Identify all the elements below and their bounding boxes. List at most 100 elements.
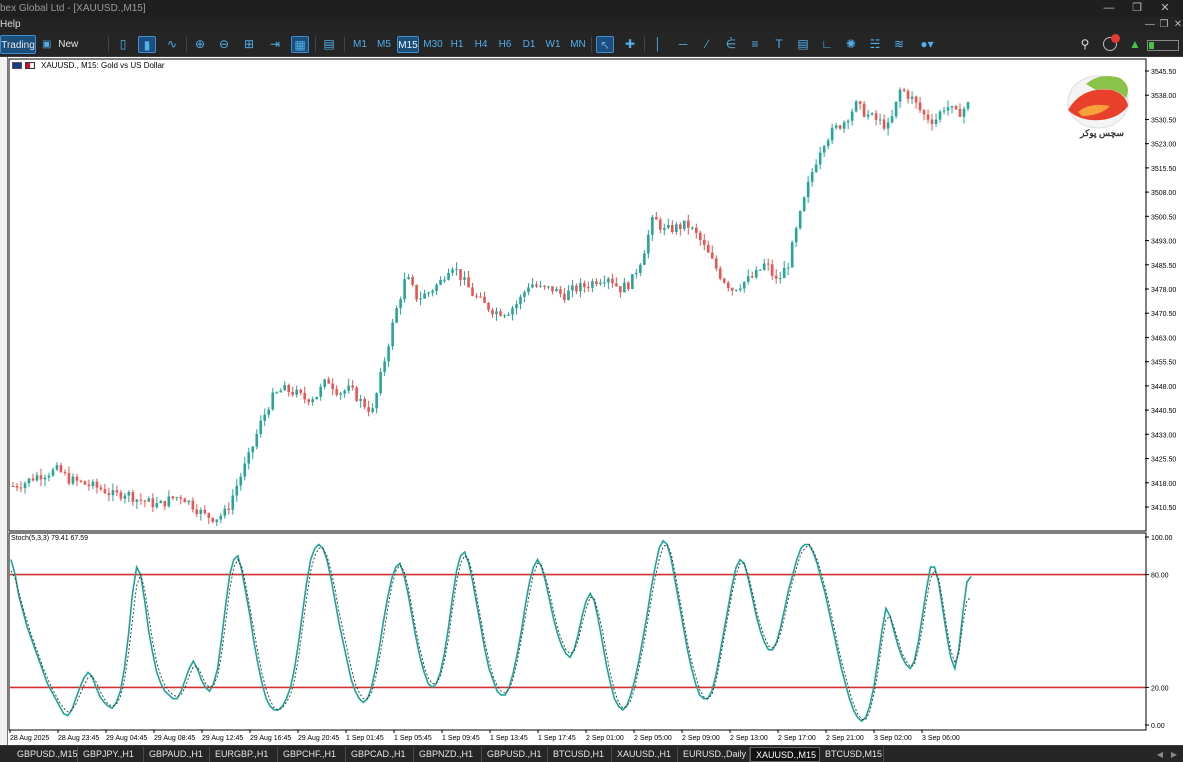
fan-tool-icon[interactable]: ∟ [818,36,836,53]
close-icon[interactable]: ✕ [1151,0,1179,17]
child-close-icon[interactable]: ✕ [1171,17,1183,32]
new-order-button[interactable]: ▣ New Order [40,35,104,69]
timeframe-d1[interactable]: D1 [519,36,539,53]
horizontal-line-icon[interactable]: ─ [674,36,692,53]
time-tick-label: 29 Aug 08:45 [154,735,195,742]
crosshair-icon[interactable]: ✚ [621,36,639,53]
price-tick-label: 3463.00 [1151,335,1176,342]
candle-body [363,398,366,408]
menu-help[interactable]: Help [0,17,21,32]
chart-tab[interactable]: GBPAUD.,H1 [144,747,210,762]
candle-body [631,274,634,290]
candle-body [663,227,666,230]
child-restore-icon[interactable]: ❐ [1157,17,1171,32]
candle-body [331,383,334,390]
chart-tab[interactable]: GBPNZD.,H1 [414,747,482,762]
auto-scroll-icon[interactable]: ⇥ [266,36,284,53]
vertical-line-icon[interactable]: │ [649,36,667,53]
candle-body [303,392,306,400]
candle-body [683,220,686,229]
text-tool-icon[interactable]: T [770,36,788,53]
screenshot-icon[interactable]: ▤ [320,36,338,53]
one-click-trading-icon[interactable] [25,62,35,69]
timeframe-h4[interactable]: H4 [471,36,491,53]
stoch-tick-label: 20.00 [1151,685,1169,692]
bar-chart-icon[interactable]: ▯ [114,36,132,53]
candle-body [83,481,87,485]
chart-tab[interactable]: GBPCAD.,H1 [346,747,414,762]
gann-fan-icon[interactable]: ✺ [842,36,860,53]
chart-tab[interactable]: BTCUSD,H1 [548,747,612,762]
chart-tab[interactable]: XAUUSD.,M15 [750,747,820,762]
indicators-icon[interactable]: ☵ [866,36,884,53]
timeframe-m30[interactable]: M30 [421,36,445,53]
candle-body [15,486,19,488]
candle-body [814,164,818,173]
chart-tab[interactable]: BTCUSD,M15 [820,747,884,762]
chart-tab[interactable]: XAUUSD.,H1 [612,747,678,762]
equidistant-channel-icon[interactable]: ⋵ [722,36,740,53]
candle-body [247,452,251,464]
trendline-icon[interactable]: ∕ [698,36,716,53]
candle-body [255,433,259,447]
candle-body [599,282,602,285]
time-tick-label: 28 Aug 2025 [10,735,49,742]
price-tick-label: 3508.00 [1151,190,1176,197]
candle-body [778,278,782,280]
candle-body [63,471,67,474]
price-tick-label: 3410.50 [1151,505,1176,512]
child-minimize-icon[interactable]: — [1143,17,1157,32]
candle-body [738,288,742,290]
timeframe-mn[interactable]: MN [567,36,589,53]
shapes-menu-icon[interactable]: ●▾ [914,36,940,53]
cursor-icon[interactable]: ↖ [596,36,614,53]
tab-scroll-left-icon[interactable]: ◀ [1155,749,1165,760]
price-tick-label: 3425.50 [1151,457,1176,464]
chart-window[interactable]: 3545.50 3538.00 3530.50 3523.00 3515.50 3508.… [0,57,1183,745]
zoom-out-icon[interactable]: ⊖ [215,36,233,53]
search-icon[interactable]: ⚲ [1076,36,1094,53]
candle-body [790,242,794,268]
candle-body [499,311,502,316]
timeframe-m15[interactable]: M15 [397,36,419,53]
tile-windows-icon[interactable]: ⊞ [240,36,258,53]
chart-tab[interactable]: EURGBP.,H1 [210,747,278,762]
candle-body [734,289,738,291]
chart-tab[interactable]: GBPJPY.,H1 [78,747,144,762]
timeframe-w1[interactable]: W1 [543,36,563,53]
candle-body [431,290,434,293]
chart-canvas[interactable]: 3545.50 3538.00 3530.50 3523.00 3515.50 3508.… [1,57,1183,745]
chart-shift-icon[interactable]: ▦ [291,36,309,53]
candle-body [347,385,350,391]
candle-body [111,490,115,496]
chart-tab[interactable]: GBPUSD.,H1 [482,747,548,762]
timeframe-h1[interactable]: H1 [447,36,467,53]
chart-tab[interactable]: GBPCHF.,H1 [278,747,346,762]
zoom-in-icon[interactable]: ⊕ [191,36,209,53]
restore-icon[interactable]: ❐ [1123,0,1151,17]
chart-tab[interactable]: GBPUSD.,M15 [12,747,78,762]
notifications-icon[interactable] [1103,34,1120,51]
tab-scroll-right-icon[interactable]: ▶ [1169,749,1179,760]
candle-body [311,399,314,403]
candlestick-chart-icon[interactable]: ▮ [138,36,156,53]
fibonacci-icon[interactable]: ≡ [746,36,764,53]
time-tick-label: 3 Sep 02:00 [874,735,912,742]
candle-body [651,217,654,235]
candle-body [635,272,638,275]
pitchfork-icon[interactable]: ≋ [890,36,908,53]
algo-trading-button[interactable]: Trading [0,35,36,54]
timeframe-m5[interactable]: M5 [373,36,395,53]
timeframe-m1[interactable]: M1 [349,36,371,53]
label-tool-icon[interactable]: ▤ [794,36,812,53]
chart-tab[interactable]: EURUSD.,Daily [678,747,750,762]
candle-body [810,172,814,182]
minimize-icon[interactable]: — [1095,0,1123,17]
symbol-description: XAUUSD., M15: Gold vs US Dollar [41,61,165,70]
line-chart-icon[interactable]: ∿ [163,36,181,53]
candle-body [387,346,390,362]
stoch-tick-label: 0.00 [1151,723,1165,730]
timeframe-h6[interactable]: H6 [495,36,515,53]
candle-body [355,387,358,401]
price-tick-label: 3493.00 [1151,239,1176,246]
